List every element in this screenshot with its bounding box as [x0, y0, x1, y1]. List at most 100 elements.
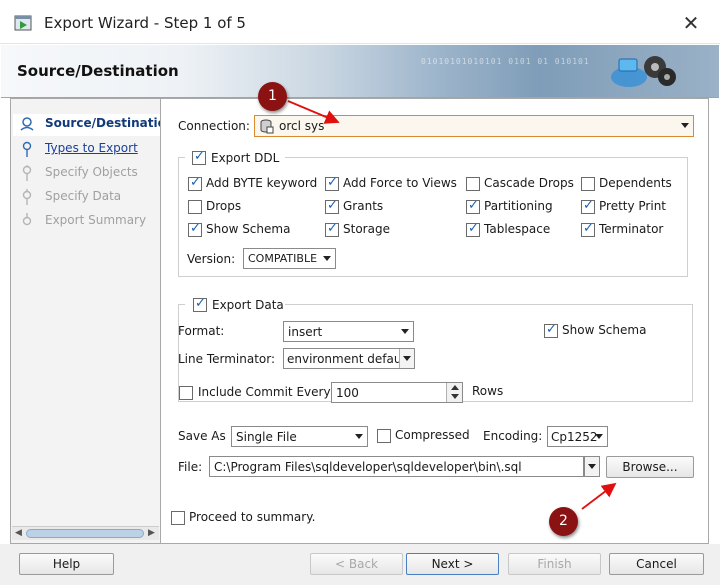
- scroll-right-icon[interactable]: ▶: [148, 528, 155, 538]
- chevron-down-icon[interactable]: [398, 322, 413, 341]
- back-button[interactable]: < Back: [310, 553, 403, 575]
- export-ddl-checkbox[interactable]: [192, 149, 206, 165]
- format-label: Format:: [178, 324, 225, 338]
- rows-label: Rows: [472, 384, 504, 398]
- file-path-value: C:\Program Files\sqldeveloper\sqldevelop…: [214, 460, 522, 474]
- commit-value: 100: [336, 386, 359, 400]
- spinner-arrows-icon[interactable]: [446, 383, 462, 402]
- option-label: Dependents: [599, 176, 672, 190]
- save-as-label: Save As: [178, 429, 226, 443]
- checkbox[interactable]: [325, 175, 339, 191]
- banner-binary-text: 01010101010101 0101 01 010101: [421, 57, 590, 66]
- show-schema-label: Show Schema: [562, 323, 647, 337]
- format-value: insert: [288, 325, 323, 339]
- checkbox[interactable]: [466, 177, 480, 191]
- checkbox[interactable]: [188, 175, 202, 191]
- checkbox[interactable]: [188, 200, 202, 214]
- option-label: Show Schema: [206, 222, 291, 236]
- export-data-checkbox[interactable]: [193, 296, 207, 312]
- export-data-label: Export Data: [212, 298, 284, 312]
- step-current-icon: [20, 117, 34, 131]
- file-history-dropdown[interactable]: [584, 456, 600, 477]
- save-as-select[interactable]: Single File: [231, 426, 368, 447]
- wizard-banner: Source/Destination 01010101010101 0101 0…: [1, 45, 719, 98]
- step-icon: [22, 141, 32, 157]
- nav-item-label: Types to Export: [45, 141, 138, 155]
- chevron-down-icon[interactable]: [678, 116, 693, 135]
- checkbox[interactable]: [581, 221, 595, 237]
- option-label: Pretty Print: [599, 199, 667, 213]
- line-terminator-value: environment default: [287, 352, 410, 366]
- compressed-checkbox[interactable]: [377, 429, 391, 443]
- callout-badge-1: 1: [258, 82, 287, 111]
- callout-badge-2: 2: [549, 507, 578, 536]
- window-title: Export Wizard - Step 1 of 5: [44, 14, 246, 32]
- proceed-label: Proceed to summary.: [189, 510, 316, 524]
- checkbox[interactable]: [325, 198, 339, 214]
- step-icon: [22, 213, 32, 226]
- export-data-header: Export Data: [185, 296, 285, 313]
- step-icon: [22, 165, 32, 181]
- nav-item-source-destination[interactable]: Source/Destination: [13, 114, 160, 136]
- include-commit-label: Include Commit Every: [198, 385, 331, 399]
- next-button[interactable]: Next >: [406, 553, 499, 575]
- connection-select[interactable]: orcl sys: [254, 115, 694, 137]
- line-terminator-select[interactable]: environment default: [283, 348, 415, 369]
- version-label: Version:: [187, 252, 236, 266]
- option-label: Tablespace: [484, 222, 551, 236]
- checkbox[interactable]: [581, 177, 595, 191]
- connection-value: orcl sys: [279, 119, 325, 133]
- chevron-down-icon[interactable]: [320, 249, 335, 268]
- browse-button[interactable]: Browse...: [606, 456, 694, 478]
- scroll-left-icon[interactable]: ◀: [15, 528, 22, 538]
- chevron-down-icon[interactable]: [352, 427, 367, 446]
- version-select[interactable]: COMPATIBLE: [243, 248, 336, 269]
- include-commit-checkbox[interactable]: [179, 386, 193, 400]
- export-graphic-icon: [611, 56, 676, 87]
- format-select[interactable]: insert: [283, 321, 414, 342]
- line-terminator-label: Line Terminator:: [178, 352, 276, 366]
- checkbox[interactable]: [188, 221, 202, 237]
- encoding-value: Cp1252: [551, 430, 598, 444]
- finish-button[interactable]: Finish: [508, 553, 601, 575]
- nav-item-label: Export Summary: [45, 213, 147, 227]
- checkbox[interactable]: [325, 221, 339, 237]
- scrollbar-thumb[interactable]: [26, 529, 144, 538]
- export-ddl-header: Export DDL: [185, 149, 285, 166]
- chevron-down-icon[interactable]: [585, 457, 599, 476]
- connection-label: Connection:: [178, 119, 250, 133]
- commit-rows-stepper[interactable]: 100: [331, 382, 463, 403]
- step-icon: [22, 189, 32, 205]
- option-label: Cascade Drops: [484, 176, 574, 190]
- nav-item-label: Source/Destination: [45, 116, 160, 130]
- cancel-button[interactable]: Cancel: [609, 553, 704, 575]
- option-label: Grants: [343, 199, 384, 213]
- checkbox[interactable]: [581, 198, 595, 214]
- nav-horizontal-scrollbar[interactable]: ◀ ▶: [12, 526, 159, 540]
- option-label: Terminator: [599, 222, 664, 236]
- option-label: Storage: [343, 222, 390, 236]
- compressed-label: Compressed: [395, 428, 470, 442]
- file-path-field[interactable]: C:\Program Files\sqldeveloper\sqldevelop…: [209, 456, 584, 477]
- nav-item-label: Specify Data: [45, 189, 122, 203]
- chevron-down-icon[interactable]: [592, 427, 607, 446]
- wizard-steps-panel: Source/Destination Types to Export Speci…: [10, 98, 161, 544]
- version-value: COMPATIBLE: [248, 252, 318, 265]
- help-button[interactable]: Help: [19, 553, 114, 575]
- export-ddl-label: Export DDL: [211, 151, 280, 165]
- show-schema-checkbox[interactable]: [544, 322, 558, 338]
- option-label: Drops: [206, 199, 242, 213]
- option-label: Partitioning: [484, 199, 553, 213]
- encoding-select[interactable]: Cp1252: [547, 426, 608, 447]
- option-label: Add Force to Views: [343, 176, 457, 190]
- file-label: File:: [178, 460, 203, 474]
- option-label: Add BYTE keyword: [206, 176, 318, 190]
- close-icon[interactable]: ✕: [680, 12, 702, 34]
- title-bar: Export Wizard - Step 1 of 5 ✕: [0, 0, 720, 44]
- checkbox[interactable]: [466, 198, 480, 214]
- nav-item-label: Specify Objects: [45, 165, 138, 179]
- export-wizard-app-icon: [14, 15, 32, 31]
- proceed-checkbox[interactable]: [171, 511, 185, 525]
- checkbox[interactable]: [466, 221, 480, 237]
- chevron-down-icon[interactable]: [399, 349, 414, 368]
